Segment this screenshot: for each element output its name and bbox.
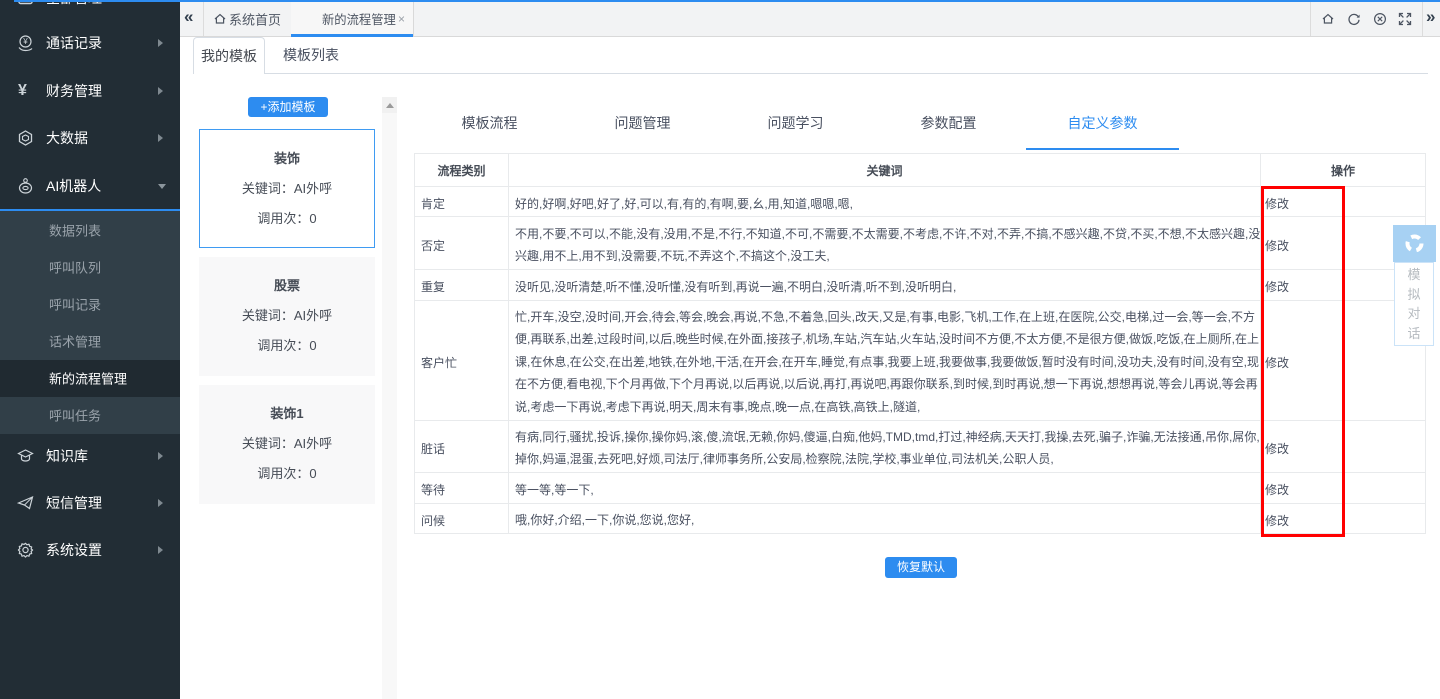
svg-text:¥: ¥: [22, 37, 28, 46]
